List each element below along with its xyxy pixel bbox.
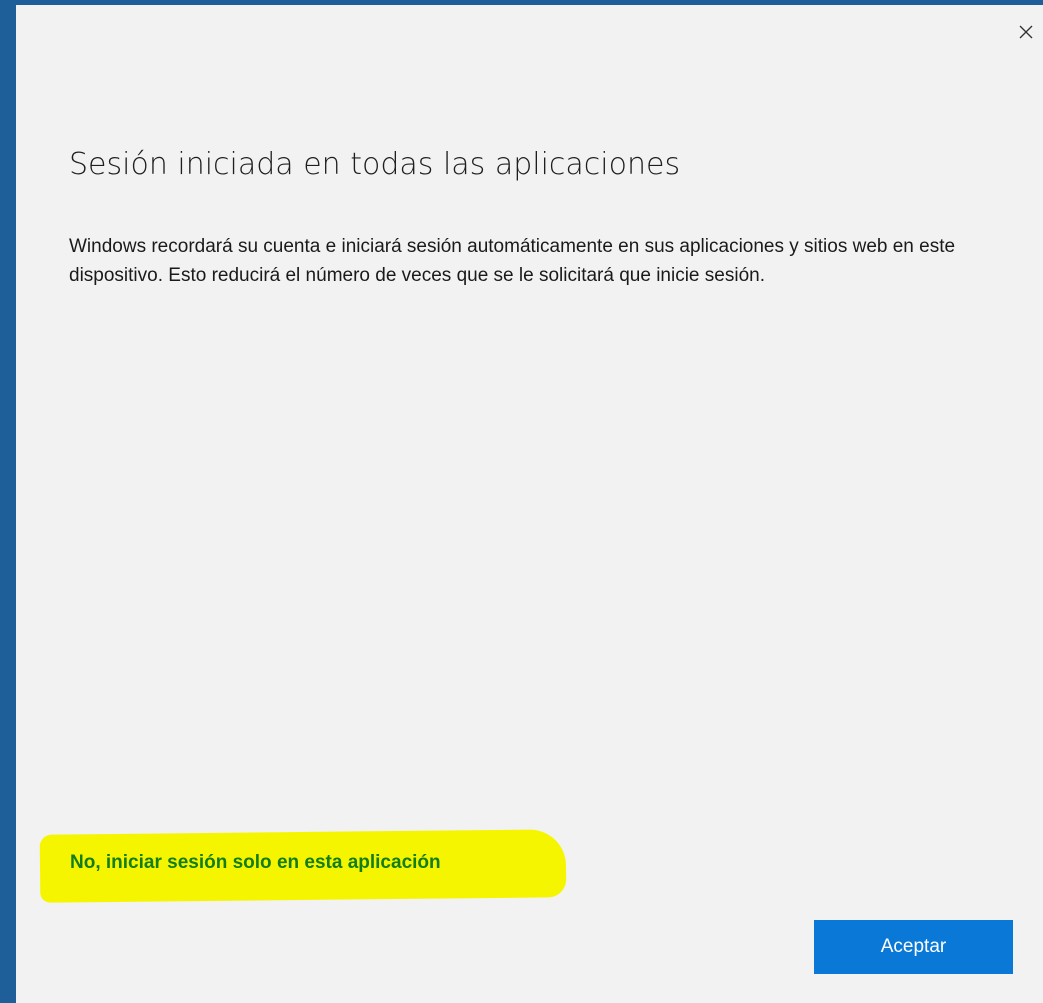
dialog-title: Sesión iniciada en todas las aplicacione… [69, 147, 681, 182]
sign-in-this-app-only-link[interactable]: No, iniciar sesión solo en esta aplicaci… [70, 852, 441, 874]
accept-button[interactable]: Aceptar [814, 920, 1013, 974]
close-button[interactable] [1009, 15, 1043, 49]
window-frame [0, 0, 16, 1003]
close-icon [1019, 25, 1033, 39]
sign-in-dialog: Sesión iniciada en todas las aplicacione… [16, 5, 1043, 1003]
dialog-description: Windows recordará su cuenta e iniciará s… [69, 236, 956, 286]
